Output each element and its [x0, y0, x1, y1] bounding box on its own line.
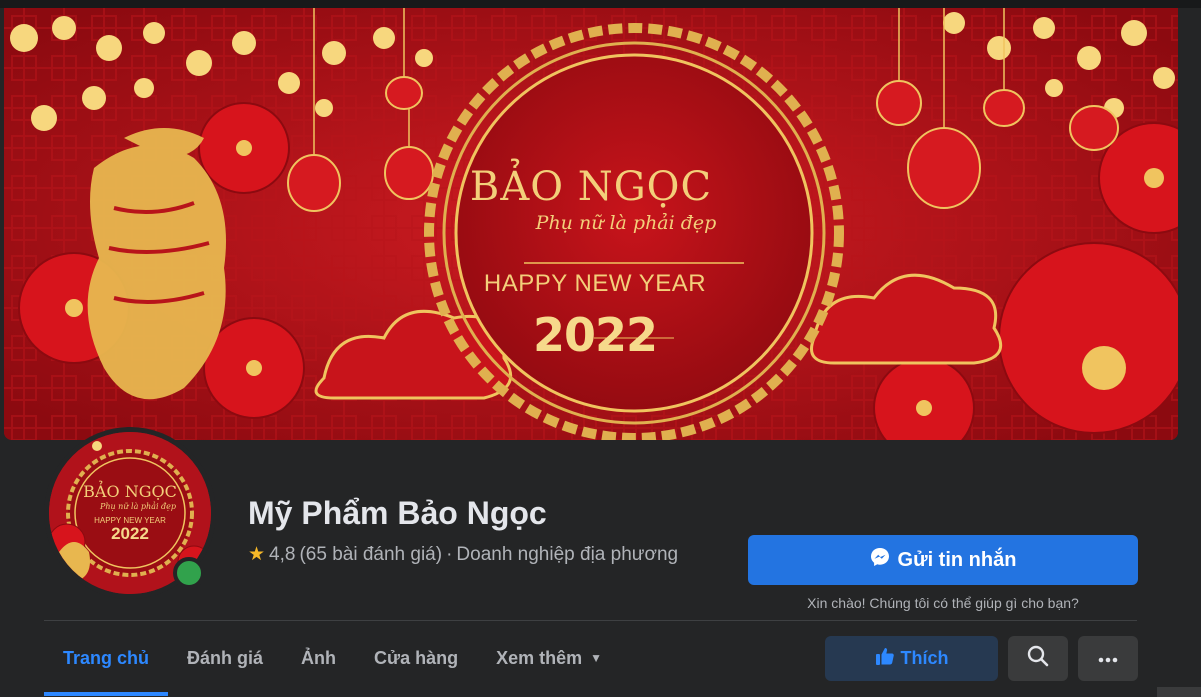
tab-shop[interactable]: Cửa hàng [355, 634, 477, 682]
tab-label: Trang chủ [63, 647, 150, 668]
meta-separator: · [446, 543, 453, 565]
review-count[interactable]: (65 bài đánh giá) [299, 544, 442, 566]
greeting-text: Xin chào! Chúng tôi có thể giúp gì cho b… [807, 595, 1079, 611]
online-status-indicator [173, 557, 205, 589]
page-meta: ★ 4,8 (65 bài đánh giá) · Doanh nghiệp đ… [248, 543, 678, 566]
avatar-year: 2022 [111, 524, 149, 543]
messenger-icon [870, 547, 890, 573]
tab-photos[interactable]: Ảnh [282, 634, 355, 682]
send-message-button[interactable]: Gửi tin nhắn [748, 535, 1138, 585]
tab-home[interactable]: Trang chủ [44, 634, 169, 696]
divider [44, 620, 1137, 621]
cover-photo[interactable]: BẢO NGỌC Phụ nữ là phải đẹp HAPPY NEW YE… [4, 8, 1178, 440]
like-label: Thích [900, 648, 949, 668]
more-options-button[interactable] [1078, 636, 1138, 681]
thumbs-up-icon [875, 646, 895, 671]
page-title: Mỹ Phẩm Bảo Ngọc [248, 495, 547, 531]
tab-more[interactable]: Xem thêm ▼ [477, 634, 621, 682]
avatar-slogan: Phụ nữ là phải đẹp [99, 502, 177, 511]
more-icon [1098, 650, 1118, 668]
rating-value[interactable]: 4,8 [269, 544, 295, 566]
tab-label: Cửa hàng [374, 647, 459, 668]
chevron-down-icon: ▼ [590, 651, 602, 665]
tab-label: Đánh giá [187, 647, 264, 668]
tab-label: Xem thêm [496, 647, 583, 668]
star-icon: ★ [248, 544, 266, 565]
tab-reviews[interactable]: Đánh giá [168, 634, 282, 682]
tab-label: Ảnh [301, 647, 337, 668]
page-category[interactable]: Doanh nghiệp địa phương [456, 544, 678, 566]
window-top-bar [0, 0, 1201, 8]
avatar-brand-name: BẢO NGỌC [83, 482, 177, 501]
search-icon [1027, 645, 1049, 672]
search-button[interactable] [1008, 636, 1068, 681]
cover-artwork [4, 8, 1178, 440]
send-message-label: Gửi tin nhắn [897, 548, 1017, 571]
page-tabs: Trang chủ Đánh giá Ảnh Cửa hàng Xem thêm… [44, 634, 621, 696]
partial-element-corner [1157, 687, 1201, 697]
like-button[interactable]: Thích [825, 636, 998, 681]
